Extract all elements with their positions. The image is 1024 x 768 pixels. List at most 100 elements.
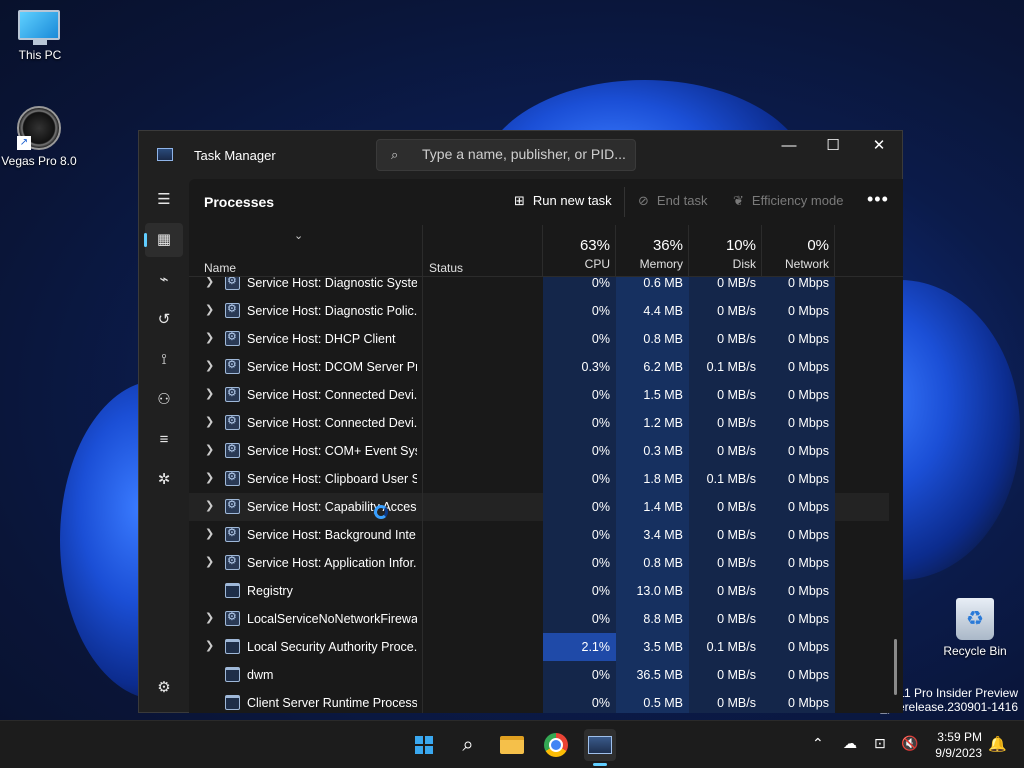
chevron-right-icon[interactable]: ❯: [205, 471, 214, 484]
shortcut-arrow-icon: ↗: [17, 136, 31, 150]
onedrive-icon[interactable]: ☁: [843, 735, 857, 752]
volume-icon[interactable]: 🔇: [901, 735, 918, 752]
search-box[interactable]: ⌕: [376, 139, 636, 171]
disk-cell: 0.1 MB/s: [689, 465, 762, 493]
process-name: Service Host: Connected Devi...: [247, 388, 417, 402]
search-icon: ⌕: [391, 147, 399, 162]
chevron-right-icon[interactable]: ❯: [205, 303, 214, 316]
cpu-cell: 0%: [543, 605, 616, 633]
start-button[interactable]: [408, 729, 440, 761]
table-row[interactable]: ❯ Service Host: DCOM Server Pr... 0.3%6.2 …: [189, 353, 889, 381]
table-row[interactable]: ❯ Service Host: Capability Acces... 0%1.4 …: [189, 493, 889, 521]
service-host-icon: [225, 358, 240, 374]
close-button[interactable]: ✕: [856, 131, 902, 163]
page-title: Processes: [204, 194, 275, 210]
network-cell: 0 Mbps: [762, 661, 835, 689]
table-row[interactable]: ❯ Service Host: DHCP Client 0%0.8 MB0 MB/s…: [189, 325, 889, 353]
maximize-button[interactable]: ☐: [810, 131, 856, 163]
performance-icon[interactable]: ⌁: [145, 263, 183, 297]
efficiency-mode-label: Efficiency mode: [751, 193, 844, 208]
column-divider[interactable]: [422, 225, 423, 277]
cpu-cell: 0%: [543, 689, 616, 713]
column-header-disk[interactable]: 10% Disk: [689, 225, 762, 277]
users-icon[interactable]: ⚇: [145, 383, 183, 417]
desktop-icon-vegas-pro[interactable]: ↗ Vegas Pro 8.0: [0, 106, 79, 168]
network-icon[interactable]: ⊡: [874, 735, 886, 752]
column-header-cpu[interactable]: 63% CPU: [543, 225, 616, 277]
services-icon[interactable]: ✲: [145, 463, 183, 497]
disk-cell: 0 MB/s: [689, 297, 762, 325]
column-header-name[interactable]: Name: [204, 261, 236, 275]
cpu-cell: 0%: [543, 577, 616, 605]
chevron-right-icon[interactable]: ❯: [205, 359, 214, 372]
processes-icon[interactable]: ▦: [144, 223, 183, 257]
column-header-status[interactable]: Status: [429, 261, 463, 275]
status-cell: [423, 277, 543, 297]
disk-cell: 0 MB/s: [689, 325, 762, 353]
chevron-right-icon[interactable]: ❯: [205, 555, 214, 568]
status-cell: [423, 353, 543, 381]
status-cell: [423, 381, 543, 409]
table-row[interactable]: Registry 0% 13.0 MB 0 MB/s 0 Mbps: [189, 577, 889, 605]
chevron-down-icon[interactable]: ⌄: [294, 229, 303, 242]
task-manager-taskbar-icon[interactable]: [584, 729, 616, 766]
table-row[interactable]: ❯ Service Host: Connected Devi... 0%1.5 MB…: [189, 381, 889, 409]
disk-cell: 0 MB/s: [689, 493, 762, 521]
title-bar[interactable]: Task Manager ⌕ — ☐ ✕: [139, 131, 902, 179]
disk-percent: 10%: [725, 237, 756, 254]
chevron-up-icon[interactable]: ⌃: [812, 735, 824, 752]
table-row[interactable]: ❯ Service Host: Connected Devi... 0%1.2 MB…: [189, 409, 889, 437]
app-history-icon[interactable]: ↺: [145, 303, 183, 337]
vertical-scrollbar[interactable]: [894, 639, 897, 695]
table-row[interactable]: ❯ Service Host: Diagnostic Syste... 0%0.6 …: [189, 277, 889, 297]
table-row[interactable]: ❯ Service Host: Diagnostic Polic... 0%4.4 …: [189, 297, 889, 325]
end-task-button[interactable]: ⊘ End task: [638, 192, 708, 212]
chrome-icon[interactable]: [540, 729, 572, 761]
chevron-right-icon[interactable]: ❯: [205, 443, 214, 456]
column-header-memory[interactable]: 36% Memory: [616, 225, 689, 277]
status-cell: [423, 297, 543, 325]
chevron-right-icon[interactable]: ❯: [205, 387, 214, 400]
table-row[interactable]: ❯ Service Host: COM+ Event Sys... 0%0.3 MB…: [189, 437, 889, 465]
table-row[interactable]: ❯ Service Host: Background Inte... 0%3.4 M…: [189, 521, 889, 549]
minimize-button[interactable]: —: [766, 131, 812, 163]
startup-apps-icon[interactable]: ⟟: [145, 343, 183, 377]
column-divider[interactable]: [834, 225, 835, 277]
table-row[interactable]: ❯ Service Host: Application Infor... 0%0.8…: [189, 549, 889, 577]
chevron-right-icon[interactable]: ❯: [205, 611, 214, 624]
search-icon[interactable]: ⌕: [452, 729, 484, 761]
more-options-button[interactable]: •••: [867, 189, 889, 210]
network-cell: 0 Mbps: [762, 325, 835, 353]
chevron-right-icon[interactable]: ❯: [205, 527, 214, 540]
hamburger-menu-icon[interactable]: ☰: [145, 183, 183, 217]
chevron-right-icon[interactable]: ❯: [205, 415, 214, 428]
table-row[interactable]: Client Server Runtime Process 0% 0.5 MB 0 M…: [189, 689, 889, 713]
chevron-right-icon[interactable]: ❯: [205, 331, 214, 344]
memory-cell: 1.8 MB: [616, 465, 689, 493]
cpu-cell: 0%: [543, 521, 616, 549]
chevron-right-icon[interactable]: ❯: [205, 499, 214, 512]
cpu-cell: 0%: [543, 549, 616, 577]
network-cell: 0 Mbps: [762, 605, 835, 633]
settings-icon[interactable]: ⚙: [145, 671, 183, 705]
table-row[interactable]: ❯ Local Security Authority Proce... 2.1% 3.…: [189, 633, 889, 661]
table-row[interactable]: ❯LocalServiceNoNetworkFirewa...0%8.8 MB0…: [189, 605, 889, 633]
details-icon[interactable]: ≡: [145, 423, 183, 457]
service-host-icon: [225, 277, 240, 290]
process-name: Registry: [247, 584, 293, 598]
desktop-icon-recycle-bin[interactable]: ♻ Recycle Bin: [935, 598, 1015, 658]
desktop-icon-this-pc[interactable]: This PC: [0, 10, 80, 62]
run-new-task-button[interactable]: ⊞ Run new task: [514, 192, 612, 212]
search-input[interactable]: [422, 146, 627, 162]
network-cell: 0 Mbps: [762, 353, 835, 381]
table-row[interactable]: ❯ Service Host: Clipboard User S... 0%1.8 …: [189, 465, 889, 493]
efficiency-mode-button[interactable]: ❦ Efficiency mode: [733, 192, 843, 212]
chevron-right-icon[interactable]: ❯: [205, 277, 214, 288]
file-explorer-icon[interactable]: [496, 729, 528, 761]
system-clock[interactable]: 3:59 PM 9/9/2023: [928, 729, 982, 761]
chevron-right-icon[interactable]: ❯: [205, 639, 214, 652]
memory-cell: 3.5 MB: [616, 633, 689, 661]
column-header-network[interactable]: 0% Network: [762, 225, 835, 277]
notification-bell-icon[interactable]: 🔔: [988, 735, 1007, 753]
table-row[interactable]: dwm 0% 36.5 MB 0 MB/s 0 Mbps: [189, 661, 889, 689]
